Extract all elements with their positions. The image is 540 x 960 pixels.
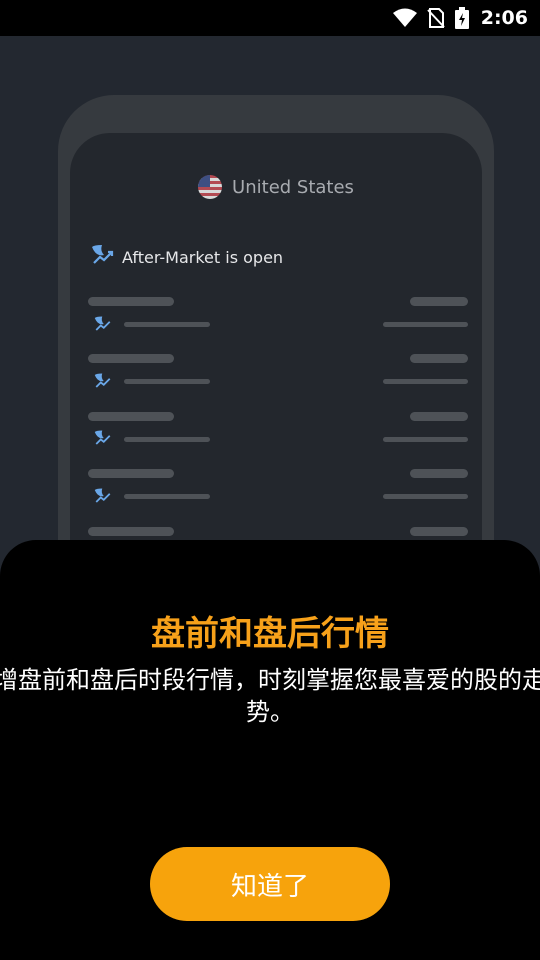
after-market-icon	[92, 315, 114, 337]
status-time: 2:06	[480, 7, 528, 29]
skeleton-bar	[88, 527, 174, 536]
region-row: United States	[70, 175, 482, 199]
after-market-icon	[92, 372, 114, 394]
region-name: United States	[232, 176, 354, 198]
skeleton-bar	[88, 412, 174, 421]
skeleton-bar	[410, 469, 468, 478]
battery-charging-icon	[454, 7, 469, 29]
skeleton-line	[383, 379, 468, 384]
skeleton-bar	[410, 354, 468, 363]
wifi-icon	[392, 8, 417, 28]
skeleton-bar	[410, 297, 468, 306]
sheet-title: 盘前和盘后行情	[151, 614, 389, 654]
bottom-sheet: 盘前和盘后行情 增盘前和盘后时段行情，时刻掌握您最喜爱的股的走势。 知道了	[0, 540, 540, 960]
sheet-description: 增盘前和盘后时段行情，时刻掌握您最喜爱的股的走势。	[0, 666, 540, 726]
status-bar: 2:06	[0, 0, 540, 36]
skeleton-bar	[410, 412, 468, 421]
market-status-text: After-Market is open	[122, 247, 284, 267]
skeleton-bar	[410, 527, 468, 536]
skeleton-bar	[88, 354, 174, 363]
market-status-row: After-Market is open	[90, 243, 283, 271]
phone-screen-preview: United States After-Market is open	[70, 133, 482, 603]
skeleton-line	[124, 494, 210, 499]
skeleton-line	[124, 437, 210, 442]
skeleton-line	[383, 322, 468, 327]
skeleton-line	[383, 437, 468, 442]
after-market-icon	[92, 429, 114, 451]
no-sim-icon	[427, 8, 445, 28]
skeleton-bar	[88, 469, 174, 478]
got-it-button[interactable]: 知道了	[150, 847, 390, 921]
skeleton-line	[383, 494, 468, 499]
skeleton-line	[124, 379, 210, 384]
us-flag-icon	[198, 175, 223, 199]
after-market-icon	[90, 243, 116, 271]
skeleton-line	[124, 322, 210, 327]
skeleton-bar	[88, 297, 174, 306]
after-market-icon	[92, 487, 114, 509]
